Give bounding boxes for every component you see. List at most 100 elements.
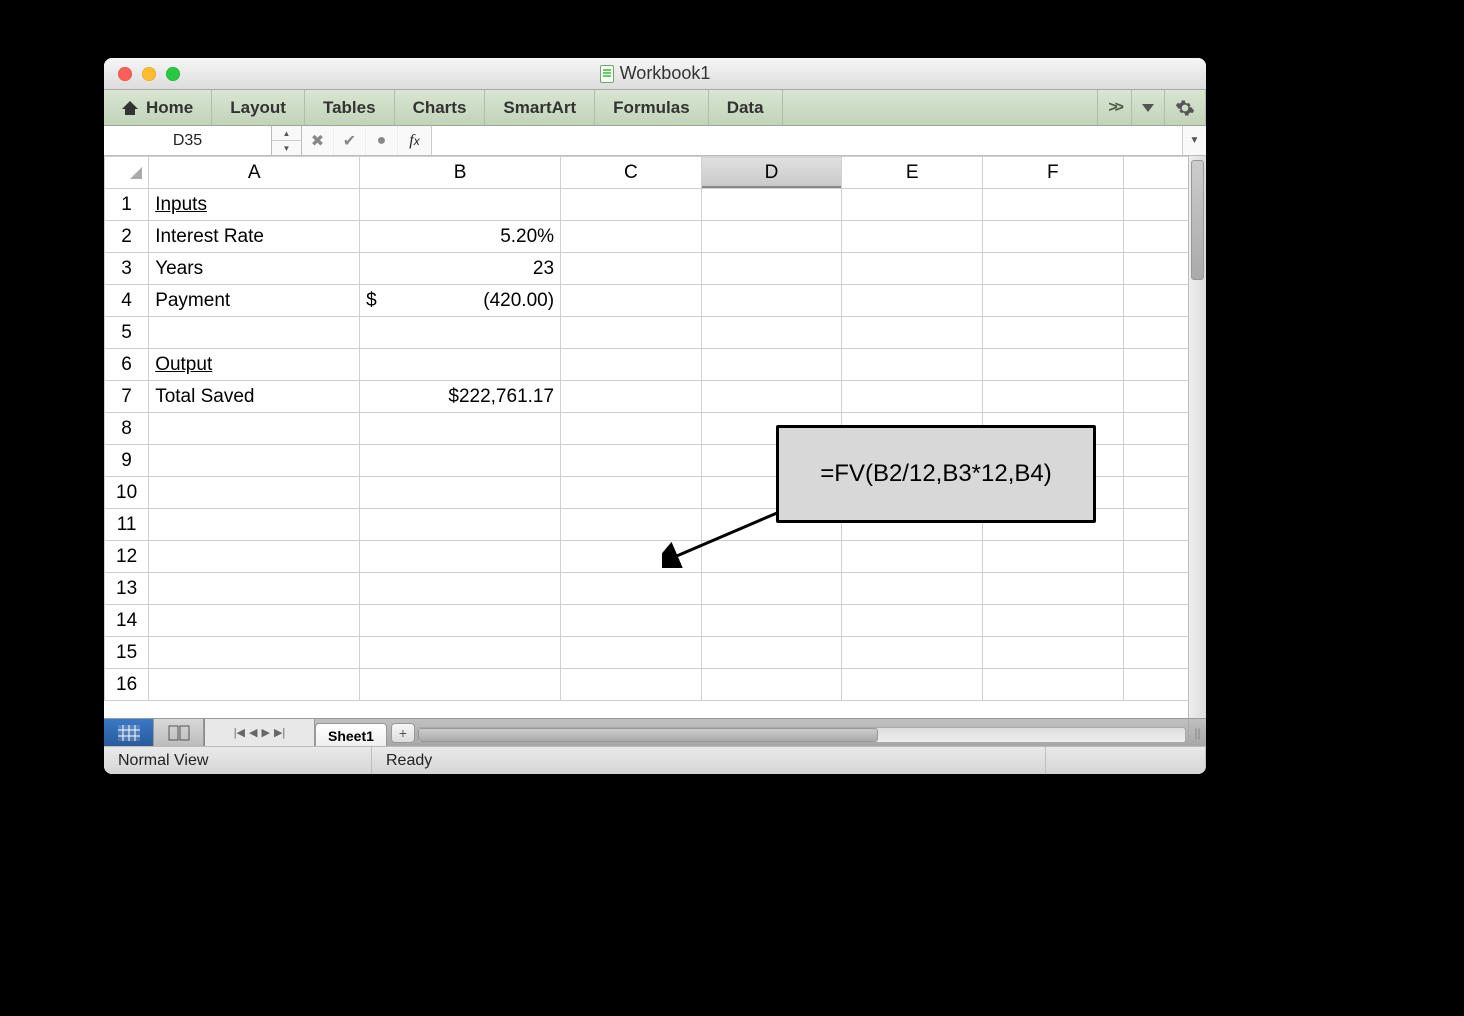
cell[interactable] <box>561 381 702 413</box>
col-header-d[interactable]: D <box>701 157 842 189</box>
cell[interactable] <box>1123 541 1188 573</box>
name-box-stepper[interactable]: ▲▼ <box>272 126 302 155</box>
cell[interactable] <box>561 317 702 349</box>
vertical-scrollbar[interactable] <box>1188 156 1206 718</box>
cell[interactable] <box>149 477 360 509</box>
cell[interactable] <box>982 605 1123 637</box>
cell[interactable] <box>701 381 842 413</box>
cell[interactable] <box>360 573 561 605</box>
cell[interactable] <box>149 413 360 445</box>
row-header[interactable]: 8 <box>105 413 149 445</box>
ribbon-overflow-button[interactable]: >> <box>1098 90 1132 125</box>
cell[interactable]: Interest Rate <box>149 221 360 253</box>
cell[interactable] <box>149 445 360 477</box>
cell[interactable] <box>360 445 561 477</box>
cell[interactable] <box>1123 253 1188 285</box>
cell[interactable]: Years <box>149 253 360 285</box>
cell[interactable] <box>561 637 702 669</box>
sheet-nav-buttons[interactable]: |◀ ◀ ▶ ▶| <box>205 719 315 746</box>
col-header-blank[interactable] <box>1123 157 1188 189</box>
cell[interactable] <box>982 669 1123 701</box>
cell[interactable] <box>1123 637 1188 669</box>
cell[interactable] <box>561 285 702 317</box>
cell[interactable] <box>982 349 1123 381</box>
cell[interactable] <box>842 669 983 701</box>
tab-home[interactable]: Home <box>104 90 212 125</box>
select-all-cell[interactable] <box>105 157 149 189</box>
cell[interactable] <box>561 189 702 221</box>
col-header-a[interactable]: A <box>149 157 360 189</box>
accept-formula-button[interactable]: ✔ <box>334 126 366 155</box>
cell[interactable]: 23 <box>360 253 561 285</box>
cell[interactable] <box>701 221 842 253</box>
settings-button[interactable] <box>1165 90 1206 125</box>
cell[interactable] <box>982 221 1123 253</box>
cell[interactable] <box>561 253 702 285</box>
cell[interactable] <box>360 317 561 349</box>
cell[interactable] <box>1123 317 1188 349</box>
cell[interactable] <box>701 349 842 381</box>
col-header-c[interactable]: C <box>561 157 702 189</box>
cell[interactable]: Output <box>149 349 360 381</box>
row-header[interactable]: 4 <box>105 285 149 317</box>
split-handle[interactable]: || <box>1188 719 1206 746</box>
cell[interactable] <box>701 573 842 605</box>
cell[interactable] <box>149 317 360 349</box>
row-header[interactable]: 7 <box>105 381 149 413</box>
scrollbar-thumb[interactable] <box>418 728 878 742</box>
fx-button[interactable]: fx <box>398 126 432 155</box>
formula-builder-button[interactable]: ● <box>366 126 398 155</box>
cell[interactable] <box>982 285 1123 317</box>
cell[interactable] <box>1123 477 1188 509</box>
cell[interactable] <box>149 573 360 605</box>
cell[interactable] <box>360 413 561 445</box>
cell[interactable] <box>561 573 702 605</box>
row-header[interactable]: 1 <box>105 189 149 221</box>
cell[interactable] <box>1123 669 1188 701</box>
cell[interactable] <box>360 605 561 637</box>
tab-data[interactable]: Data <box>709 90 783 125</box>
cell[interactable] <box>982 381 1123 413</box>
cancel-formula-button[interactable]: ✖ <box>302 126 334 155</box>
cell[interactable] <box>1123 221 1188 253</box>
cell[interactable] <box>701 317 842 349</box>
cell[interactable] <box>1123 509 1188 541</box>
cell[interactable] <box>360 637 561 669</box>
row-header[interactable]: 11 <box>105 509 149 541</box>
cell[interactable] <box>842 317 983 349</box>
row-header[interactable]: 6 <box>105 349 149 381</box>
cell[interactable]: $(420.00) <box>360 285 561 317</box>
row-header[interactable]: 15 <box>105 637 149 669</box>
cell[interactable] <box>842 349 983 381</box>
ribbon-collapse-button[interactable] <box>1132 90 1165 125</box>
tab-smartart[interactable]: SmartArt <box>485 90 595 125</box>
row-header[interactable]: 5 <box>105 317 149 349</box>
cell[interactable] <box>1123 349 1188 381</box>
cell[interactable] <box>842 189 983 221</box>
cell[interactable] <box>701 541 842 573</box>
col-header-f[interactable]: F <box>982 157 1123 189</box>
cell[interactable] <box>149 541 360 573</box>
cell[interactable] <box>701 605 842 637</box>
tab-layout[interactable]: Layout <box>212 90 305 125</box>
cell[interactable] <box>1123 189 1188 221</box>
add-sheet-button[interactable]: + <box>391 723 415 743</box>
row-header[interactable]: 12 <box>105 541 149 573</box>
row-header[interactable]: 2 <box>105 221 149 253</box>
cell[interactable] <box>842 605 983 637</box>
cell[interactable] <box>360 477 561 509</box>
cell[interactable] <box>701 669 842 701</box>
cell[interactable] <box>561 349 702 381</box>
cell[interactable] <box>360 349 561 381</box>
cell[interactable] <box>360 189 561 221</box>
cell[interactable]: Total Saved <box>149 381 360 413</box>
normal-view-button[interactable] <box>104 719 154 746</box>
cell[interactable] <box>1123 381 1188 413</box>
cell[interactable]: Inputs <box>149 189 360 221</box>
cell[interactable] <box>149 637 360 669</box>
cell[interactable] <box>1123 445 1188 477</box>
cell[interactable] <box>1123 573 1188 605</box>
cell[interactable] <box>982 541 1123 573</box>
page-layout-view-button[interactable] <box>154 719 204 746</box>
cell[interactable] <box>842 541 983 573</box>
